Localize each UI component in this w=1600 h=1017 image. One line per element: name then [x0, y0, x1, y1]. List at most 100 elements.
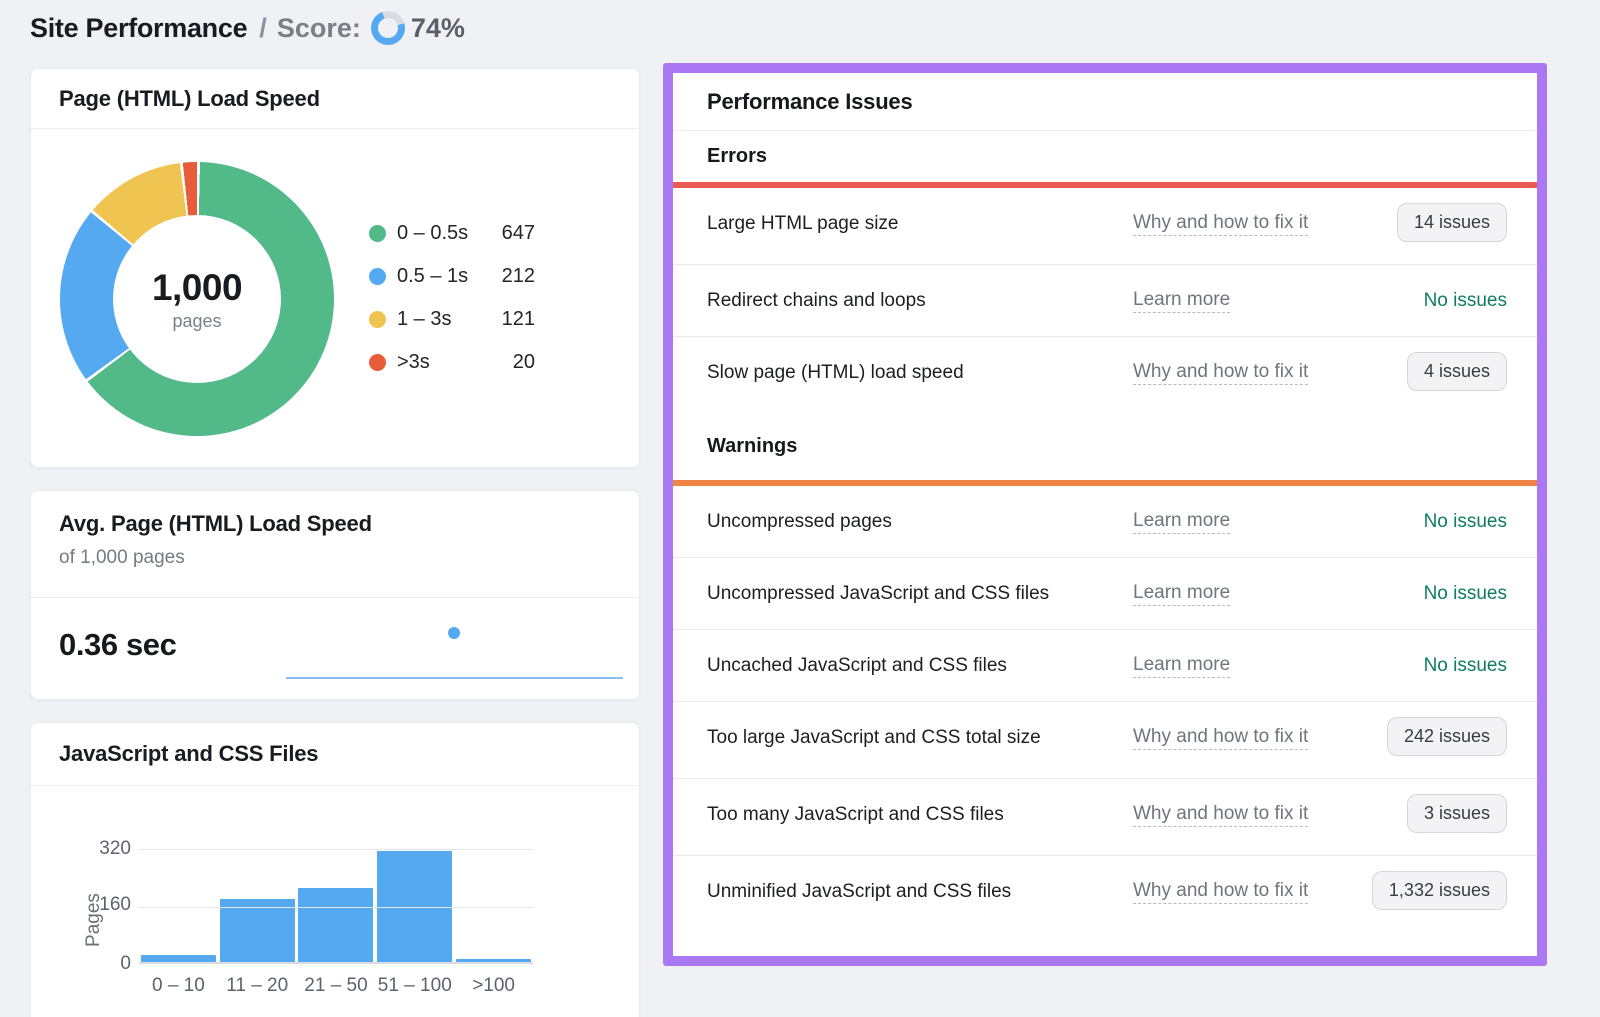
- issues-section-errors: Errors Large HTML page size Why and how to…: [673, 131, 1537, 413]
- why-how-to-fix-link[interactable]: Why and how to fix it: [1133, 878, 1308, 904]
- score-value: 74%: [411, 13, 465, 44]
- issue-title: Redirect chains and loops: [707, 287, 1057, 314]
- breadcrumb-separator: /: [259, 13, 267, 44]
- x-axis-labels: 0 – 1011 – 2021 – 5051 – 100>100: [139, 975, 533, 997]
- js-css-files-card: JavaScript and CSS Files Pages 0 160 320 0…: [30, 722, 640, 1017]
- issues-count-button[interactable]: 1,332 issues: [1372, 871, 1507, 910]
- bar-slot: [297, 849, 376, 962]
- learn-more-link[interactable]: Learn more: [1133, 508, 1230, 534]
- issue-title: Large HTML page size: [707, 210, 1057, 237]
- issues-count-button[interactable]: 3 issues: [1407, 794, 1507, 833]
- issue-row: Large HTML page size Why and how to fix i…: [673, 188, 1537, 264]
- load-speed-legend: 0 – 0.5s6470.5 – 1s2121 – 3s121>3s20: [369, 212, 535, 384]
- y-axis-label: Pages: [83, 875, 105, 965]
- issue-row: Unminified JavaScript and CSS files Why a…: [673, 855, 1537, 932]
- legend-value: 20: [491, 351, 535, 374]
- bar->100: [456, 959, 531, 962]
- bar-slot: [139, 849, 218, 962]
- legend-value: 121: [491, 308, 535, 331]
- x-tick-label: 21 – 50: [297, 975, 376, 997]
- gridline: [139, 907, 533, 908]
- panel-header: Performance Issues: [673, 73, 1537, 131]
- issue-title: Slow page (HTML) load speed: [707, 359, 1057, 386]
- y-tick-label: 0: [71, 953, 131, 975]
- card-header: JavaScript and CSS Files: [31, 723, 639, 786]
- why-how-to-fix-link[interactable]: Why and how to fix it: [1133, 359, 1308, 385]
- issue-row: Redirect chains and loops Learn more No is…: [673, 264, 1537, 336]
- legend-label: 0 – 0.5s: [397, 222, 491, 245]
- x-tick-label: >100: [454, 975, 533, 997]
- x-tick-label: 0 – 10: [139, 975, 218, 997]
- section-heading: Warnings: [673, 413, 1537, 480]
- card-header: Avg. Page (HTML) Load Speed of 1,000 pag…: [31, 491, 639, 598]
- x-tick-label: 11 – 20: [218, 975, 297, 997]
- donut-center: 1,000 pages: [113, 215, 281, 383]
- issue-title: Unminified JavaScript and CSS files: [707, 878, 1057, 905]
- card-title: Avg. Page (HTML) Load Speed: [59, 511, 611, 537]
- issues-count-button[interactable]: 14 issues: [1397, 203, 1507, 242]
- legend-dot-icon: [369, 311, 386, 328]
- issue-title: Uncompressed pages: [707, 508, 1057, 535]
- learn-more-link[interactable]: Learn more: [1133, 287, 1230, 313]
- issue-row: Uncompressed JavaScript and CSS files Lea…: [673, 557, 1537, 629]
- learn-more-link[interactable]: Learn more: [1133, 580, 1230, 606]
- no-issues-status: No issues: [1424, 287, 1507, 314]
- issues-count-button[interactable]: 4 issues: [1407, 352, 1507, 391]
- card-title: JavaScript and CSS Files: [59, 741, 318, 767]
- section-heading: Errors: [673, 131, 1537, 182]
- issue-title: Too many JavaScript and CSS files: [707, 801, 1057, 828]
- issues-count-button[interactable]: 242 issues: [1387, 717, 1507, 756]
- bar-21 – 50: [298, 888, 373, 962]
- no-issues-status: No issues: [1424, 580, 1507, 607]
- y-tick-label: 160: [71, 894, 131, 916]
- card-header: Page (HTML) Load Speed: [31, 69, 639, 129]
- issue-title: Uncached JavaScript and CSS files: [707, 652, 1057, 679]
- bar-slot: [375, 849, 454, 962]
- issue-title: Too large JavaScript and CSS total size: [707, 724, 1057, 751]
- no-issues-status: No issues: [1424, 652, 1507, 679]
- score-ring-hole: [378, 18, 398, 38]
- issue-title: Uncompressed JavaScript and CSS files: [707, 580, 1057, 607]
- gridline: [139, 849, 533, 850]
- legend-dot-icon: [369, 268, 386, 285]
- card-title: Page (HTML) Load Speed: [59, 86, 320, 112]
- performance-issues-panel: Performance Issues Errors Large HTML page…: [663, 63, 1547, 966]
- legend-label: 0.5 – 1s: [397, 265, 491, 288]
- why-how-to-fix-link[interactable]: Why and how to fix it: [1133, 210, 1308, 236]
- bar-slot: [454, 849, 533, 962]
- legend-label: >3s: [397, 351, 491, 374]
- legend-label: 1 – 3s: [397, 308, 491, 331]
- trend-point-marker: [448, 627, 460, 639]
- issue-sections: Errors Large HTML page size Why and how to…: [673, 131, 1537, 932]
- issue-row: Uncompressed pages Learn more No issues: [673, 486, 1537, 557]
- avg-load-speed-card: Avg. Page (HTML) Load Speed of 1,000 pag…: [30, 490, 640, 700]
- issue-row: Too large JavaScript and CSS total size W…: [673, 701, 1537, 778]
- no-issues-status: No issues: [1424, 508, 1507, 535]
- legend-item: 0 – 0.5s647: [369, 212, 535, 255]
- page-load-speed-card: Page (HTML) Load Speed 1,000 pages 0 – 0…: [30, 68, 640, 468]
- page-header: Site Performance / Score: 74%: [30, 8, 465, 48]
- x-tick-label: 51 – 100: [375, 975, 454, 997]
- panel-title: Performance Issues: [707, 89, 913, 115]
- page-title: Site Performance: [30, 13, 247, 44]
- legend-value: 212: [491, 265, 535, 288]
- why-how-to-fix-link[interactable]: Why and how to fix it: [1133, 724, 1308, 750]
- bars: [139, 849, 533, 962]
- legend-item: 1 – 3s121: [369, 298, 535, 341]
- legend-item: 0.5 – 1s212: [369, 255, 535, 298]
- why-how-to-fix-link[interactable]: Why and how to fix it: [1133, 801, 1308, 827]
- issue-row: Slow page (HTML) load speed Why and how t…: [673, 336, 1537, 413]
- legend-dot-icon: [369, 225, 386, 242]
- bar-chart: [139, 849, 533, 964]
- y-tick-label: 320: [71, 838, 131, 860]
- learn-more-link[interactable]: Learn more: [1133, 652, 1230, 678]
- trend-line: [286, 677, 623, 679]
- bar-0 – 10: [141, 955, 216, 962]
- issues-section-warnings: Warnings Uncompressed pages Learn more No i…: [673, 413, 1537, 932]
- site-performance-dashboard: Site Performance / Score: 74% Page (HTML…: [0, 0, 1600, 1017]
- issue-row: Too many JavaScript and CSS files Why and…: [673, 778, 1537, 855]
- avg-speed-value: 0.36 sec: [59, 627, 176, 663]
- legend-dot-icon: [369, 354, 386, 371]
- legend-item: >3s20: [369, 341, 535, 384]
- load-speed-donut-chart: 1,000 pages: [60, 162, 334, 436]
